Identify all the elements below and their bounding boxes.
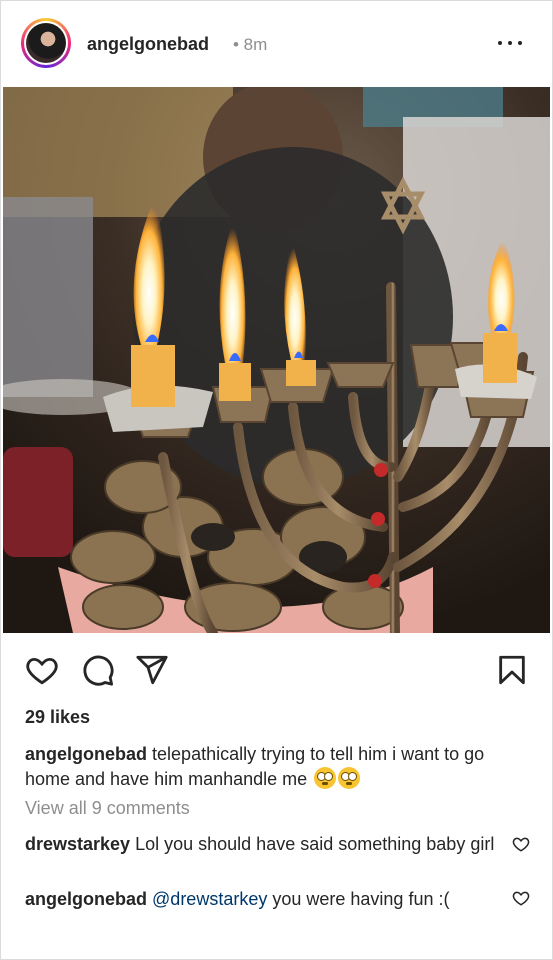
more-icon[interactable] xyxy=(498,31,522,55)
comment-mention[interactable]: @drewstarkey xyxy=(152,889,267,909)
comment-username[interactable]: angelgonebad xyxy=(25,889,147,909)
caption-username[interactable]: angelgonebad xyxy=(25,744,147,764)
username[interactable]: angelgonebad xyxy=(87,34,209,55)
action-bar xyxy=(1,641,552,701)
comment-text: Lol you should have said something baby … xyxy=(135,834,495,854)
eye-roll-emoji xyxy=(338,767,361,789)
post-time: • 8m xyxy=(233,35,268,54)
comment-heart-icon[interactable] xyxy=(512,889,530,907)
menorah-photo xyxy=(3,87,550,633)
likes-count[interactable]: 29 likes xyxy=(25,707,90,728)
post-header: angelgonebad • 8m xyxy=(1,1,552,87)
eye-roll-emoji xyxy=(314,767,337,789)
heart-icon[interactable] xyxy=(25,653,59,687)
caption: angelgonebad telepathically trying to te… xyxy=(25,742,530,792)
share-icon[interactable] xyxy=(135,653,169,687)
comment-username[interactable]: drewstarkey xyxy=(25,834,130,854)
comment-icon[interactable] xyxy=(81,653,115,687)
comment-heart-icon[interactable] xyxy=(512,835,530,853)
view-all-comments[interactable]: View all 9 comments xyxy=(25,798,190,819)
comment-item: drewstarkey Lol you should have said som… xyxy=(25,832,505,857)
avatar[interactable] xyxy=(21,18,71,68)
comment-item: angelgonebad @drewstarkey you were havin… xyxy=(25,887,505,912)
bookmark-icon[interactable] xyxy=(495,653,529,687)
post-photo[interactable] xyxy=(3,87,550,633)
comment-text: you were having fun :( xyxy=(272,889,450,909)
post-card: angelgonebad • 8m 29 likes angelgonebad … xyxy=(0,0,553,960)
